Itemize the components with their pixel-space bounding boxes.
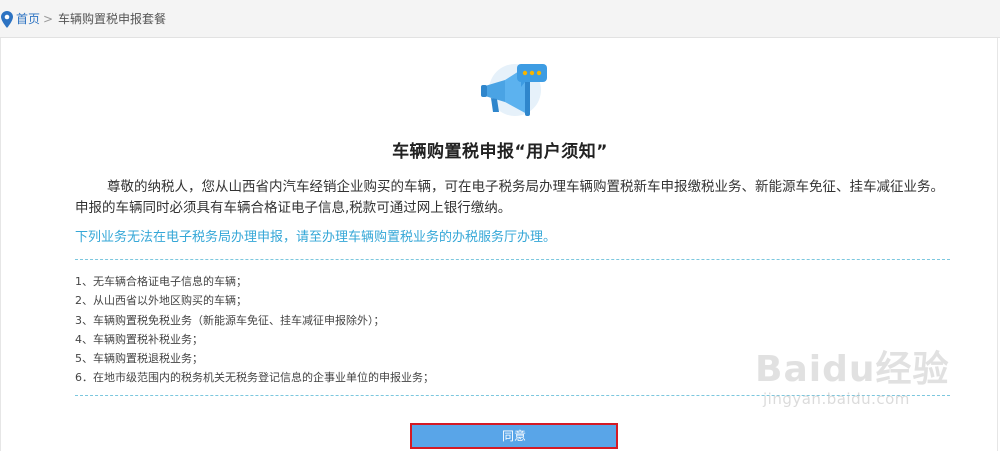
breadcrumb-separator: > <box>43 12 54 26</box>
list-item: 1、无车辆合格证电子信息的车辆； <box>75 275 247 288</box>
intro-paragraph: 尊敬的纳税人，您从山西省内汽车经销企业购买的车辆，可在电子税务局办理车辆购置税新… <box>75 179 944 216</box>
watermark-url: jingyan.baidu.com <box>763 390 910 408</box>
breadcrumb-current: 车辆购置税申报套餐 <box>58 12 167 26</box>
notice-text: 下列业务无法在电子税务局办理申报，请至办理车辆购置税业务的办税服务厅办理。 <box>75 230 557 245</box>
list-item: 2、从山西省以外地区购买的车辆； <box>75 294 247 308</box>
megaphone-icon <box>481 64 547 116</box>
baidu-watermark: Baidu经验 jingyan.baidu.com <box>755 340 965 420</box>
agree-button[interactable]: 同意 <box>410 423 618 449</box>
location-pin-icon <box>1 11 13 28</box>
divider-top <box>75 259 950 260</box>
watermark-brand: Baidu经验 <box>755 349 950 390</box>
breadcrumb-bar: 首页 > 车辆购置税申报套餐 <box>0 0 1000 38</box>
notice-title: 车辆购置税申报“用户须知” <box>392 142 608 162</box>
list-item: 3、车辆购置税免税业务（新能源车免征、挂车减征申报除外）； <box>75 313 385 327</box>
breadcrumb-home-link[interactable]: 首页 <box>16 11 40 27</box>
